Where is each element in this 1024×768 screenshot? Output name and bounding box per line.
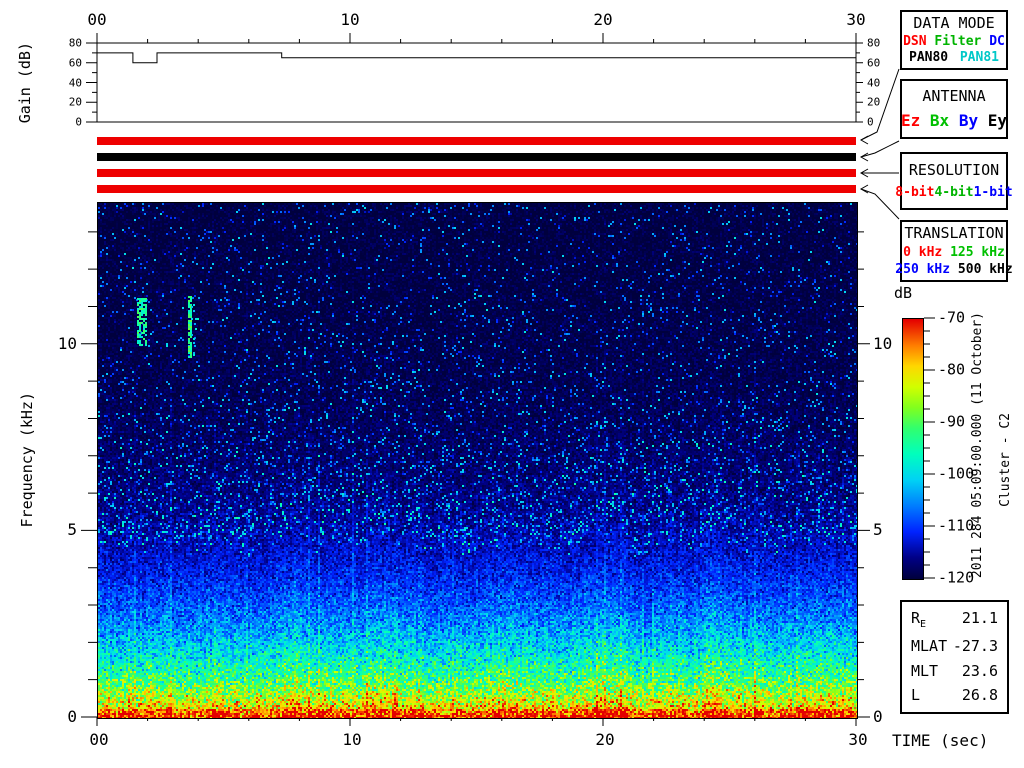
- antenna-title: ANTENNA: [922, 87, 986, 106]
- ephemeris-row-mlat: MLAT -27.3: [902, 639, 1007, 654]
- colorbar-tick-label: -120: [938, 568, 975, 587]
- freq-ytick-label-left: 10: [57, 333, 77, 353]
- ephemeris-value: 21.1: [961, 609, 998, 628]
- colorbar-tick-label: -90: [938, 412, 966, 431]
- antenna-status-bar: [97, 153, 856, 161]
- time-xtick-label: 20: [595, 730, 615, 749]
- resolution-row: 8-bit 4-bit 1-bit: [895, 185, 1012, 201]
- datetime-annotation: 2011 284 05:09:00.000 (11 October): [969, 311, 985, 579]
- resolution-title: RESOLUTION: [908, 160, 1000, 179]
- ephemeris-label: MLT: [911, 661, 939, 680]
- ephemeris-label: RE: [911, 609, 927, 631]
- mode-filter: Filter: [934, 33, 982, 49]
- gain-line-series: [97, 52, 856, 64]
- ephemeris-table: RE 21.1 MLAT -27.3 MLT 23.6 L 26.8: [900, 600, 1009, 714]
- gain-ytick-label-right: 0: [867, 115, 874, 129]
- mode-dsn: DSN: [903, 33, 927, 49]
- gain-ytick-label-left: 80: [68, 36, 82, 50]
- trans-125khz: 125 kHz: [950, 244, 1005, 260]
- translation-row-1: 0 kHz 125 kHz: [902, 246, 1006, 259]
- antenna-ez: Ez: [901, 110, 921, 130]
- translation-row-2: 250 kHz 500 kHz: [895, 263, 1012, 276]
- data-mode-row-1: DSN Filter DC: [902, 35, 1006, 48]
- colorbar-tick-label: -80: [938, 360, 966, 379]
- trans-0khz: 0 kHz: [903, 244, 943, 260]
- gain-ytick-label-right: 40: [867, 76, 881, 89]
- data-mode-row-2: PAN80 PAN81: [902, 51, 1006, 64]
- time-axis-title: TIME (sec): [892, 731, 989, 750]
- colorbar-tick-label: -110: [938, 516, 975, 535]
- datetime-annotation-wrap: 2011 284 05:09:00.000 (11 October): [968, 308, 986, 582]
- mode-pan80: PAN80: [909, 50, 949, 66]
- antenna-by: By: [958, 110, 979, 130]
- colorbar-tick-label: -70: [938, 308, 966, 327]
- arrowhead-icon: [859, 184, 869, 194]
- ephemeris-value: -27.3: [952, 637, 998, 656]
- trans-250khz: 250 kHz: [895, 261, 951, 277]
- time-xtick-label: 10: [342, 730, 362, 749]
- ephemeris-value: 26.8: [961, 685, 998, 704]
- time-xtick-label: 30: [848, 730, 868, 749]
- colorbar-title: dB: [894, 284, 913, 302]
- time-xtick-label: 00: [89, 730, 109, 749]
- colorbar-tick-label: -100: [938, 464, 975, 483]
- arrowhead-icon: [859, 152, 869, 162]
- freq-ytick-label-right: 0: [873, 707, 883, 726]
- res-4bit: 4-bit: [934, 185, 974, 201]
- gain-ytick-label-right: 60: [867, 56, 881, 70]
- spacecraft-annotation: Cluster - C2: [997, 413, 1013, 507]
- gain-ytick-label-left: 60: [68, 56, 82, 70]
- trans-500khz: 500 kHz: [957, 261, 1013, 277]
- data-mode-title: DATA MODE: [913, 13, 995, 32]
- translation-status-bar: [97, 185, 856, 193]
- gain-ytick-label-left: 0: [75, 115, 82, 129]
- gain-ytick-label-left: 40: [68, 76, 82, 89]
- translation-title: TRANSLATION: [904, 224, 1004, 243]
- legend-pointer-line: [860, 188, 900, 220]
- gain-xtick-label: 30: [846, 10, 866, 29]
- freq-ytick-label-left: 5: [67, 520, 77, 540]
- arrowhead-icon: [859, 168, 869, 178]
- ephemeris-value: 23.6: [961, 661, 998, 680]
- antenna-bx: Bx: [929, 110, 950, 130]
- frequency-axis-title-wrap: Frequency (kHz): [16, 202, 38, 717]
- mode-dc: DC: [989, 33, 1005, 49]
- ephemeris-label: L: [911, 685, 921, 704]
- translation-legend-box: TRANSLATION 0 kHz 125 kHz 250 kHz 500 kH…: [895, 220, 1013, 282]
- gain-ytick-label-left: 20: [68, 95, 82, 109]
- data-mode-status-bar: [97, 137, 856, 145]
- arrowhead-icon: [859, 135, 869, 145]
- legend-pointer-line: [860, 140, 900, 158]
- gain-xtick-label: 10: [340, 10, 360, 29]
- ephemeris-row-l: L 26.8: [902, 685, 1007, 704]
- gain-ytick-label-right: 20: [867, 95, 881, 109]
- data-mode-legend-box: DATA MODE DSN Filter DC PAN80 PAN81: [900, 10, 1008, 70]
- gain-plot-frame: [96, 42, 857, 123]
- freq-ytick-label-left: 0: [67, 707, 77, 726]
- ephemeris-row-mlt: MLT 23.6: [902, 661, 1007, 680]
- resolution-legend-box: RESOLUTION 8-bit 4-bit 1-bit: [895, 152, 1013, 210]
- spectrogram-heatmap: [97, 202, 858, 719]
- gain-xtick-label: 00: [87, 10, 107, 29]
- res-1bit: 1-bit: [973, 185, 1013, 201]
- antenna-ey: Ey: [987, 110, 1007, 130]
- antenna-legend-box: ANTENNA Ez Bx By Ey: [900, 79, 1008, 139]
- res-8bit: 8-bit: [895, 185, 935, 201]
- mode-pan81: PAN81: [959, 50, 999, 66]
- gain-axis-title-wrap: Gain (dB): [14, 41, 36, 124]
- frequency-axis-title: Frequency (kHz): [17, 391, 36, 528]
- colorbar-gradient: [902, 318, 924, 580]
- freq-ytick-label-right: 10: [873, 333, 893, 353]
- ephemeris-row-re: RE 21.1: [902, 611, 1007, 630]
- gain-xtick-label: 20: [593, 10, 613, 29]
- resolution-status-bar: [97, 169, 856, 177]
- gain-ytick-label-right: 80: [867, 36, 881, 50]
- ephemeris-label: MLAT: [911, 637, 948, 656]
- gain-axis-title: Gain (dB): [15, 41, 34, 124]
- wbd-spectrogram-page: Gain (dB) Frequency (kHz) TIME (sec) dB …: [0, 0, 1024, 768]
- freq-ytick-label-right: 5: [873, 520, 883, 540]
- spacecraft-annotation-wrap: Cluster - C2: [996, 380, 1014, 540]
- antenna-row: Ez Bx By Ey: [901, 110, 1007, 130]
